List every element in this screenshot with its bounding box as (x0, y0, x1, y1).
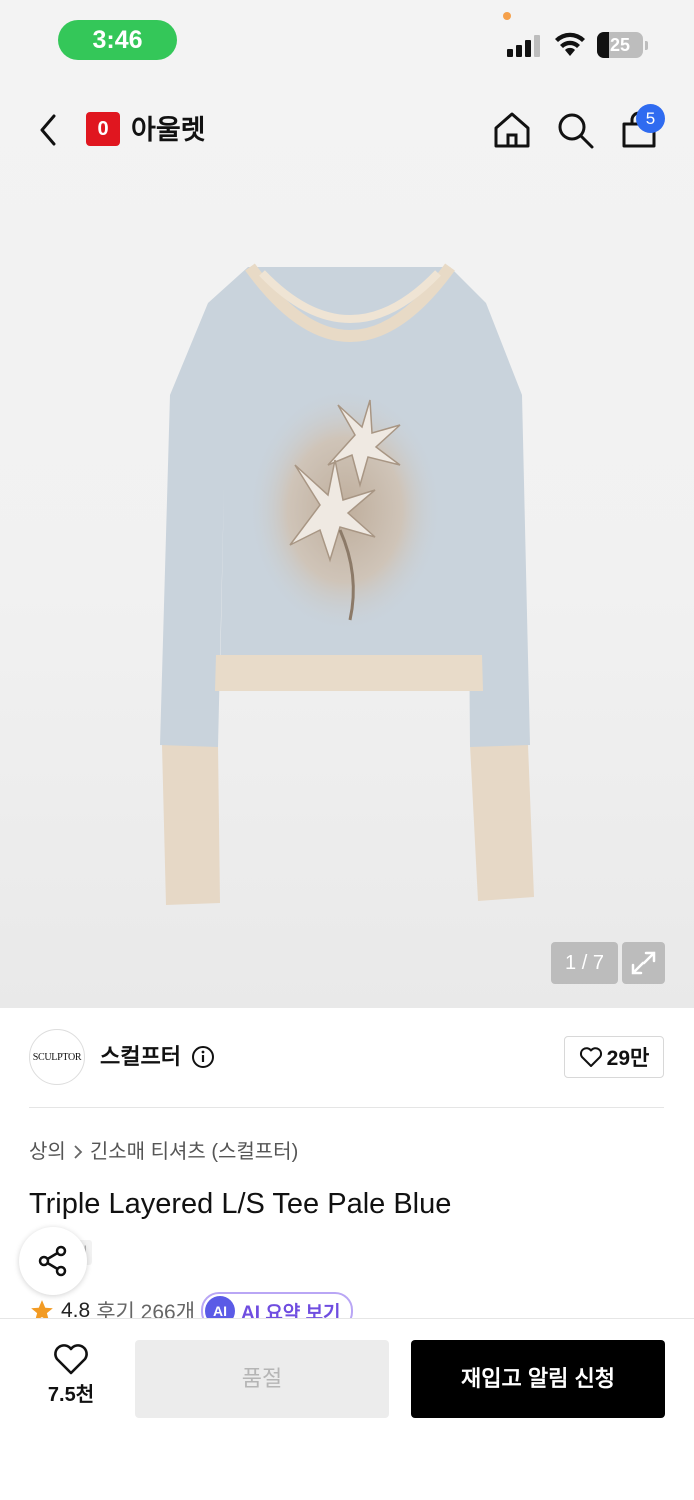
breadcrumb-item[interactable]: 상의 (29, 1137, 66, 1167)
divider (29, 1107, 664, 1108)
share-icon (38, 1245, 67, 1277)
image-pager: 1 / 7 (551, 942, 618, 984)
wishlist-button[interactable]: 7.5천 (26, 1342, 116, 1414)
status-bar: 3:46 25 (0, 0, 694, 80)
breadcrumb: 상의 긴소매 티셔츠 (스컬프터) (29, 1137, 298, 1167)
store-like-button[interactable]: 29만 (564, 1036, 664, 1078)
back-arrow-icon[interactable] (32, 112, 68, 148)
info-icon[interactable] (191, 1045, 215, 1069)
home-icon[interactable] (492, 110, 532, 150)
soldout-button: 품절 (135, 1340, 389, 1418)
status-time: 3:46 (58, 20, 177, 60)
breadcrumb-item[interactable]: 긴소매 티셔츠 (스컬프터) (90, 1137, 298, 1167)
store-logo[interactable]: SCULPTOR (29, 1029, 85, 1085)
expand-icon (631, 951, 656, 975)
fullscreen-button[interactable] (622, 942, 665, 984)
cellular-signal-icon (507, 33, 543, 57)
heart-icon (579, 1047, 602, 1067)
outlet-logo[interactable]: 0 (86, 112, 120, 146)
outlet-title[interactable]: 아울렛 (131, 112, 206, 148)
heart-icon (54, 1344, 88, 1375)
wishlist-count: 7.5천 (47, 1384, 95, 1406)
store-like-count: 29만 (606, 1047, 650, 1070)
search-icon[interactable] (555, 110, 595, 150)
battery-tip (645, 41, 648, 50)
battery-icon: 25 (597, 32, 643, 58)
restock-alert-button[interactable]: 재입고 알림 신청 (411, 1340, 665, 1418)
product-title: Triple Layered L/S Tee Pale Blue (29, 1188, 452, 1220)
product-photo[interactable] (150, 255, 550, 915)
battery-level: 25 (609, 35, 631, 55)
cart-count-badge: 5 (636, 104, 665, 133)
wifi-icon (555, 32, 585, 56)
privacy-indicator-dot (503, 12, 511, 20)
share-button[interactable] (19, 1227, 87, 1295)
store-name[interactable]: 스컬프터 (100, 1040, 181, 1074)
chevron-right-icon (74, 1145, 83, 1159)
